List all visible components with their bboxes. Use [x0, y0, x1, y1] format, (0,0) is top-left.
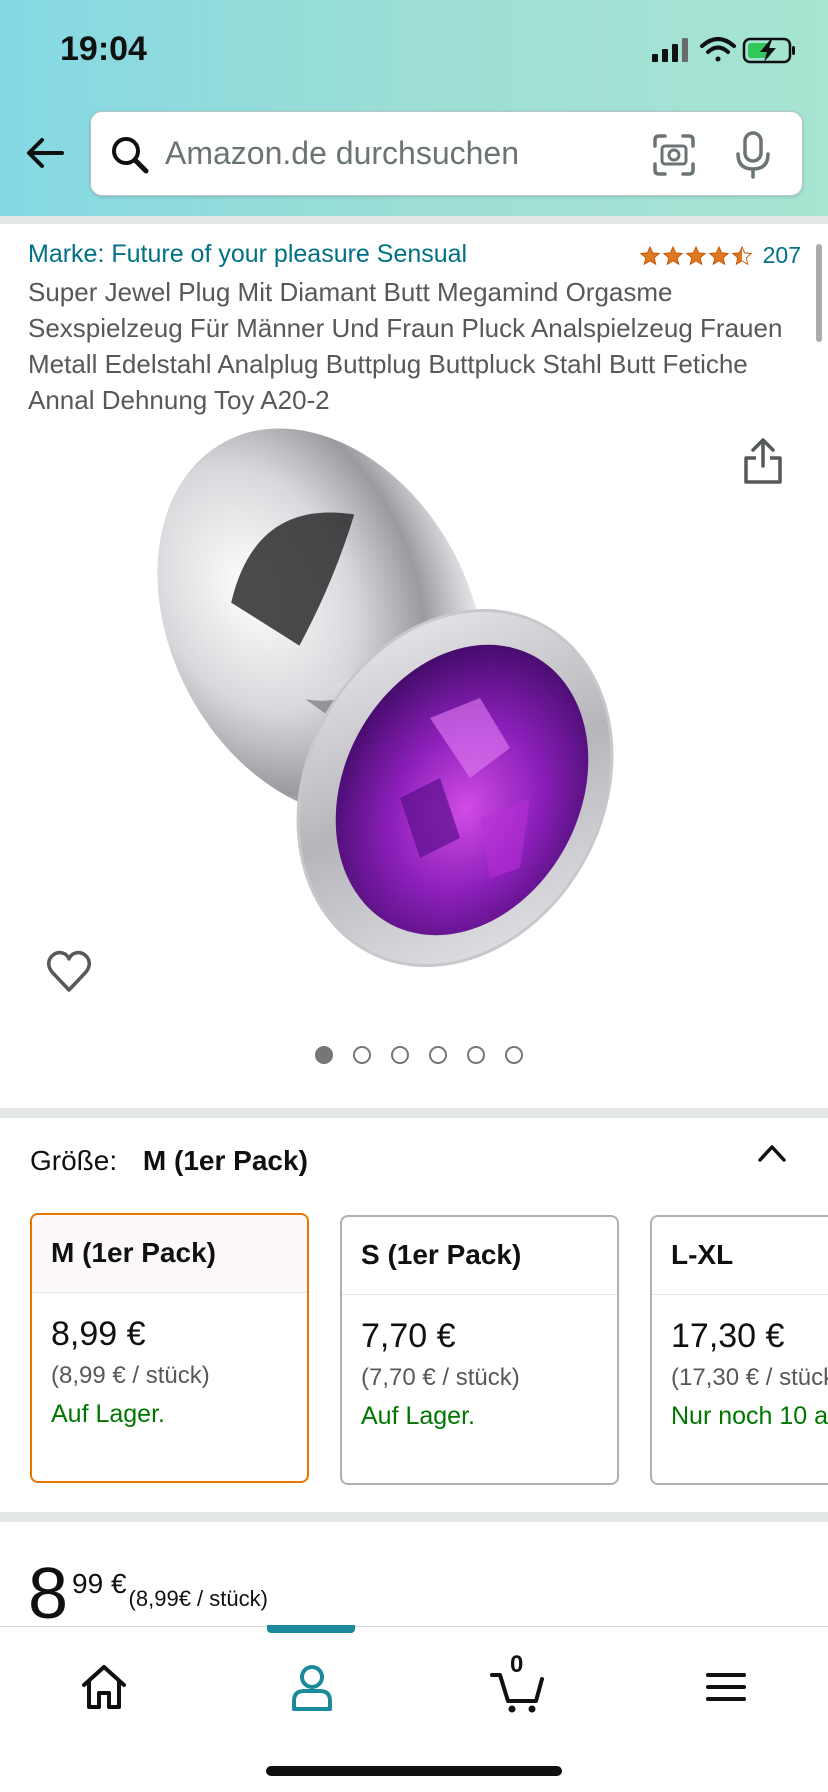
size-option-name: L-XL — [652, 1217, 828, 1295]
star-half-icon — [731, 245, 752, 265]
size-option-price: 8,99 € — [51, 1315, 146, 1353]
menu-icon[interactable] — [696, 1657, 756, 1717]
carousel-dot[interactable] — [315, 1046, 333, 1064]
rating-summary[interactable]: 207 — [639, 242, 801, 269]
price-unit: (8,99€ / stück) — [128, 1586, 268, 1611]
search-bar[interactable] — [90, 111, 803, 196]
search-icon — [112, 137, 149, 174]
home-indicator[interactable] — [266, 1766, 562, 1776]
size-label: Größe: — [30, 1145, 118, 1176]
carousel-dot[interactable] — [505, 1046, 523, 1064]
wifi-icon — [700, 37, 736, 62]
battery-icon — [742, 37, 795, 64]
size-option-unit-price: (17,30 € / stück) — [671, 1364, 828, 1391]
price-display: 8 99 € (8,99€ / stück) — [28, 1558, 268, 1630]
star-rating — [639, 245, 753, 267]
image-carousel-dots[interactable] — [0, 1046, 828, 1064]
size-option-price: 7,70 € — [361, 1317, 456, 1355]
size-option-card[interactable]: S (1er Pack) 7,70 € (7,70 € / stück) Auf… — [340, 1215, 619, 1485]
price-whole: 8 — [28, 1554, 69, 1634]
size-option-stock: Auf Lager. — [51, 1400, 165, 1428]
product-title: Super Jewel Plug Mit Diamant Butt Megami… — [28, 277, 783, 415]
size-option-card[interactable]: M (1er Pack) 8,99 € (8,99 € / stück) Auf… — [30, 1213, 309, 1483]
chevron-up-icon[interactable] — [756, 1142, 788, 1164]
carousel-dot[interactable] — [467, 1046, 485, 1064]
cart-count: 0 — [510, 1651, 524, 1678]
star-full-icon — [708, 245, 729, 265]
status-icons — [652, 37, 795, 64]
product-image[interactable] — [100, 418, 720, 1008]
size-option-price: 17,30 € — [671, 1317, 785, 1355]
share-icon[interactable] — [740, 436, 786, 486]
size-option-unit-price: (8,99 € / stück) — [51, 1362, 210, 1389]
star-full-icon — [662, 245, 683, 265]
size-options: M (1er Pack) 8,99 € (8,99 € / stück) Auf… — [30, 1213, 828, 1485]
star-full-icon — [685, 245, 706, 265]
size-option-stock: Auf Lager. — [361, 1402, 475, 1430]
carousel-dot[interactable] — [353, 1046, 371, 1064]
search-input[interactable] — [165, 112, 625, 195]
microphone-icon[interactable] — [733, 130, 773, 180]
section-divider — [0, 1512, 828, 1522]
signal-icon — [652, 38, 688, 62]
rating-count[interactable]: 207 — [763, 242, 801, 269]
size-selector-header: Größe: M (1er Pack) — [30, 1145, 308, 1177]
price-fraction: 99 € — [72, 1568, 127, 1599]
size-option-name: S (1er Pack) — [342, 1217, 617, 1295]
home-icon[interactable] — [74, 1657, 134, 1717]
size-selected-value: M (1er Pack) — [142, 1145, 308, 1176]
nav-active-indicator — [267, 1625, 355, 1633]
account-icon[interactable] — [282, 1657, 342, 1717]
size-option-stock: Nur noch 10 auf Lager — [671, 1402, 828, 1430]
header-divider — [0, 216, 828, 224]
back-arrow-icon[interactable] — [22, 130, 68, 176]
cart-button[interactable]: 0 — [488, 1651, 548, 1717]
scrollbar[interactable] — [816, 244, 822, 342]
camera-scan-icon[interactable] — [651, 132, 697, 178]
app-header: 19:04 — [0, 0, 828, 216]
carousel-dot[interactable] — [429, 1046, 447, 1064]
heart-wishlist-icon[interactable] — [45, 948, 93, 994]
size-option-card[interactable]: L-XL 17,30 € (17,30 € / stück) Nur noch … — [650, 1215, 828, 1485]
section-divider — [0, 1108, 828, 1118]
size-option-name: M (1er Pack) — [32, 1215, 307, 1293]
carousel-dot[interactable] — [391, 1046, 409, 1064]
brand-link[interactable]: Marke: Future of your pleasure Sensual — [28, 240, 467, 269]
status-time: 19:04 — [60, 30, 147, 68]
size-option-unit-price: (7,70 € / stück) — [361, 1364, 520, 1391]
star-full-icon — [639, 245, 660, 265]
